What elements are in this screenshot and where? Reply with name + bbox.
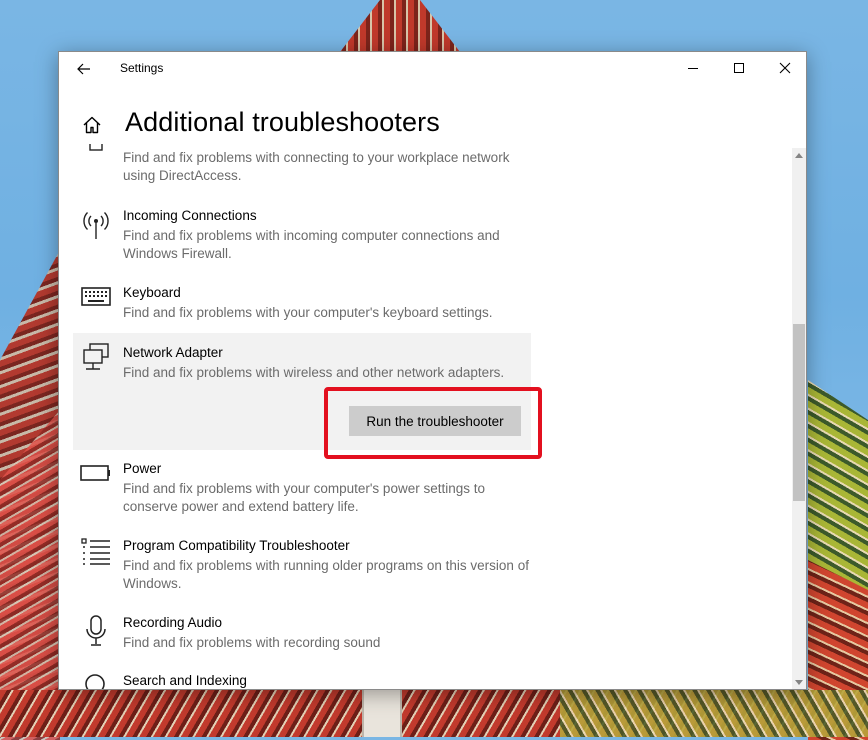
wallpaper-pillar [362, 690, 402, 737]
list-item-description: Find and fix problems with incoming comp… [123, 228, 500, 261]
list-item-name: Program Compatibility Troubleshooter [123, 538, 350, 553]
list-item-keyboard[interactable]: Keyboard Find and fix problems with your… [73, 285, 531, 329]
chevron-down-icon [795, 679, 803, 685]
scroll-thumb[interactable] [793, 324, 805, 501]
page-title: Additional troubleshooters [125, 107, 440, 137]
list-item-name: Search and Indexing [123, 673, 247, 688]
wallpaper-top [340, 0, 460, 52]
search-icon [79, 673, 113, 689]
scroll-down-button[interactable] [792, 675, 806, 689]
battery-icon [79, 465, 113, 499]
window-title: Settings [120, 61, 164, 75]
list-item-description: Find and fix problems with running older… [123, 558, 529, 591]
minimize-icon [687, 67, 698, 69]
close-icon [779, 62, 791, 74]
home-button[interactable] [77, 110, 107, 140]
keyboard-icon [79, 287, 113, 321]
troubleshooter-list: Find and fix problems with connecting to… [59, 144, 789, 689]
list-item-description: Find and fix problems with recording sou… [123, 635, 381, 650]
list-item-directaccess[interactable]: Find and fix problems with connecting to… [73, 144, 531, 192]
list-item-search-indexing[interactable]: Search and Indexing [73, 672, 531, 689]
list-item-name: Network Adapter [123, 345, 223, 360]
back-arrow-icon [77, 63, 90, 75]
wallpaper-bottom-right [560, 690, 868, 737]
network-adapter-icon [79, 343, 113, 377]
run-troubleshooter-button[interactable]: Run the troubleshooter [349, 406, 521, 436]
list-item-program-compatibility[interactable]: Program Compatibility Troubleshooter Fin… [73, 537, 531, 599]
list-icon [79, 538, 113, 572]
list-item-description: Find and fix problems with wireless and … [123, 365, 505, 380]
back-button[interactable] [67, 56, 101, 82]
vertical-scrollbar[interactable] [792, 148, 806, 689]
maximize-button[interactable] [716, 52, 762, 84]
list-item-description: Find and fix problems with connecting to… [123, 150, 510, 183]
list-item-power[interactable]: Power Find and fix problems with your co… [73, 460, 531, 522]
maximize-icon [733, 62, 744, 73]
home-icon [83, 116, 101, 134]
list-item-incoming-connections[interactable]: Incoming Connections Find and fix proble… [73, 208, 531, 270]
close-button[interactable] [762, 52, 806, 84]
list-item-name: Keyboard [123, 285, 181, 300]
list-item-recording-audio[interactable]: Recording Audio Find and fix problems wi… [73, 614, 531, 658]
minimize-button[interactable] [670, 52, 716, 84]
list-item-name: Power [123, 461, 162, 476]
settings-window: Settings Additional troubleshooters Find… [58, 51, 807, 690]
chevron-up-icon [795, 152, 803, 158]
list-item-name: Incoming Connections [123, 208, 257, 223]
list-item-description: Find and fix problems with your computer… [123, 481, 485, 514]
microphone-icon [79, 615, 113, 649]
list-item-description: Find and fix problems with your computer… [123, 305, 493, 320]
list-item-network-adapter[interactable]: Network Adapter Find and fix problems wi… [73, 333, 531, 450]
antenna-icon [79, 210, 113, 244]
list-item-name: Recording Audio [123, 615, 223, 630]
scroll-up-button[interactable] [792, 148, 806, 162]
directaccess-icon [79, 144, 113, 166]
title-bar[interactable]: Settings [59, 52, 806, 86]
